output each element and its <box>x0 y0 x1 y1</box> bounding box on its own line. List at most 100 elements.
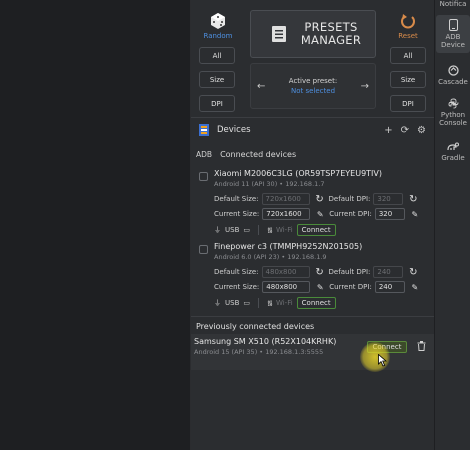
ide-window: Random Reset All Size DPI All Size DPI P… <box>0 0 470 450</box>
refresh-icon[interactable]: ⟳ <box>401 125 409 136</box>
edit-dpi-pencil-icon[interactable]: ✎ <box>410 283 420 292</box>
separator <box>258 298 259 308</box>
active-preset-panel: ← Active preset: Not selected → <box>250 63 376 109</box>
device-name: Finepower c3 (TMMPH9252N201505) <box>214 242 363 251</box>
rail-item-python-console[interactable]: Python Console <box>436 98 470 132</box>
active-preset-label: Active preset: <box>288 77 338 85</box>
random-all-button[interactable]: All <box>199 47 235 64</box>
current-row: Current Size: 480x800 ✎ Current DPI: 240… <box>214 281 420 293</box>
wifi-label: Wi-Fi <box>275 226 293 234</box>
mouse-pointer-icon <box>378 354 387 367</box>
connection-row: ⏚ USB ▭ ᯾ Wi-Fi Connect <box>214 224 336 236</box>
edit-size-pencil-icon[interactable]: ✎ <box>315 210 325 219</box>
rail-item-cascade[interactable]: Cascade <box>436 65 470 89</box>
edit-size-pencil-icon[interactable]: ✎ <box>315 283 325 292</box>
reset-icon <box>401 14 415 29</box>
rail-item-adb-device[interactable]: ADB Device <box>436 15 470 53</box>
devices-title: Devices <box>217 125 251 135</box>
reset-size-button[interactable]: Size <box>390 71 426 88</box>
wifi-icon: ᯾ <box>267 225 273 234</box>
default-size-label: Default Size: <box>214 195 259 203</box>
cascade-icon <box>447 65 459 76</box>
connection-row: ⏚ USB ▭ ᯾ Wi-Fi Connect <box>214 297 336 309</box>
phone-icon <box>448 19 458 31</box>
current-row: Current Size: 720x1600 ✎ Current DPI: 32… <box>214 208 420 220</box>
random-size-button[interactable]: Size <box>199 71 235 88</box>
current-dpi-field[interactable]: 240 <box>374 281 405 293</box>
previous-device-connect-button[interactable]: Connect <box>367 341 407 353</box>
separator <box>258 225 259 235</box>
document-icon <box>272 26 286 42</box>
default-row: Default Size: 480x800 ↻ Default DPI: 240… <box>214 266 418 278</box>
previous-device-row: Samsung SM X510 (R52X104KRHK) Android 15… <box>191 334 434 370</box>
trash-icon[interactable] <box>417 341 426 351</box>
reset-dpi-icon[interactable]: ↻ <box>408 267 418 278</box>
default-dpi-field: 320 <box>373 193 404 205</box>
dice-icon <box>211 13 225 29</box>
previous-device-name: Samsung SM X510 (R52X104KRHK) <box>194 337 337 346</box>
wifi-connect-button[interactable]: Connect <box>296 224 336 236</box>
usb-icon: ⏚ <box>214 226 221 234</box>
current-dpi-label: Current DPI: <box>329 210 372 218</box>
current-size-label: Current Size: <box>214 210 260 218</box>
reset-all-button[interactable]: All <box>390 47 426 64</box>
wifi-connect-button[interactable]: Connect <box>296 297 336 309</box>
random-button[interactable]: Random <box>203 12 233 40</box>
previous-preset-arrow-icon[interactable]: ← <box>257 81 265 92</box>
device-info: Android 11 (API 30) • 192.168.1.7 <box>214 180 325 188</box>
default-row: Default Size: 720x1600 ↻ Default DPI: 32… <box>214 193 418 205</box>
divider <box>191 316 434 317</box>
usb-icon: ⏚ <box>214 299 221 307</box>
default-dpi-label: Default DPI: <box>328 195 371 203</box>
device-info: Android 6.0 (API 23) • 192.168.1.9 <box>214 253 327 261</box>
next-preset-arrow-icon[interactable]: → <box>361 81 369 92</box>
default-size-field: 720x1600 <box>261 193 310 205</box>
add-icon[interactable]: + <box>384 125 392 136</box>
wifi-label: Wi-Fi <box>275 299 293 307</box>
connected-devices-heading: Connected devices <box>220 150 297 159</box>
reset-size-icon[interactable]: ↻ <box>315 267 325 278</box>
monitor-icon[interactable]: ▭ <box>243 226 250 234</box>
default-size-label: Default Size: <box>214 268 259 276</box>
reset-dpi-button[interactable]: DPI <box>390 95 426 112</box>
random-label: Random <box>203 32 233 40</box>
current-dpi-field[interactable]: 320 <box>374 208 405 220</box>
device-checkbox[interactable] <box>199 172 208 181</box>
wifi-icon: ᯾ <box>267 298 273 307</box>
current-dpi-label: Current DPI: <box>329 283 372 291</box>
edit-dpi-pencil-icon[interactable]: ✎ <box>410 210 420 219</box>
reset-label: Reset <box>398 32 418 40</box>
current-size-label: Current Size: <box>214 283 260 291</box>
python-icon <box>448 98 458 109</box>
device-card: Finepower c3 (TMMPH9252N201505) Android … <box>191 241 434 311</box>
current-size-field[interactable]: 720x1600 <box>262 208 311 220</box>
gradle-icon <box>447 142 459 151</box>
reset-dpi-icon[interactable]: ↻ <box>408 194 418 205</box>
usb-label: USB <box>225 226 240 234</box>
reset-size-icon[interactable]: ↻ <box>315 194 325 205</box>
presets-manager-title: PRESETS MANAGER <box>300 20 362 47</box>
tool-window-rail: Notifica ADB Device Cascade Python Conso… <box>434 0 470 450</box>
connected-devices-heading-row: ADB Connected devices <box>196 150 296 159</box>
usb-label: USB <box>225 299 240 307</box>
monitor-icon[interactable]: ▭ <box>243 299 250 307</box>
device-card: Xiaomi M2006C3LG (OR59TSP7EYEU9TIV) Andr… <box>191 168 434 238</box>
random-dpi-button[interactable]: DPI <box>199 95 235 112</box>
active-preset-value: Not selected <box>290 87 336 95</box>
previous-device-info: Android 15 (API 35) • 192.168.1.3:5555 <box>194 348 324 356</box>
devices-app-icon <box>199 124 209 136</box>
rail-item-gradle[interactable]: Gradle <box>436 142 470 166</box>
editor-area <box>0 0 191 450</box>
settings-gear-icon[interactable]: ⚙ <box>417 125 426 136</box>
active-preset-info: Active preset: Not selected <box>289 76 337 96</box>
presets-manager-button[interactable]: PRESETS MANAGER <box>250 10 376 58</box>
devices-header: Devices + ⟳ ⚙ <box>191 118 434 142</box>
default-size-field: 480x800 <box>261 266 310 278</box>
rail-item-notifications[interactable]: Notifica <box>436 0 470 12</box>
previous-devices-heading: Previously connected devices <box>196 322 315 331</box>
reset-button[interactable]: Reset <box>393 12 423 40</box>
device-checkbox[interactable] <box>199 245 208 254</box>
adb-label: ADB <box>196 150 213 159</box>
current-size-field[interactable]: 480x800 <box>262 281 311 293</box>
device-name: Xiaomi M2006C3LG (OR59TSP7EYEU9TIV) <box>214 169 383 178</box>
